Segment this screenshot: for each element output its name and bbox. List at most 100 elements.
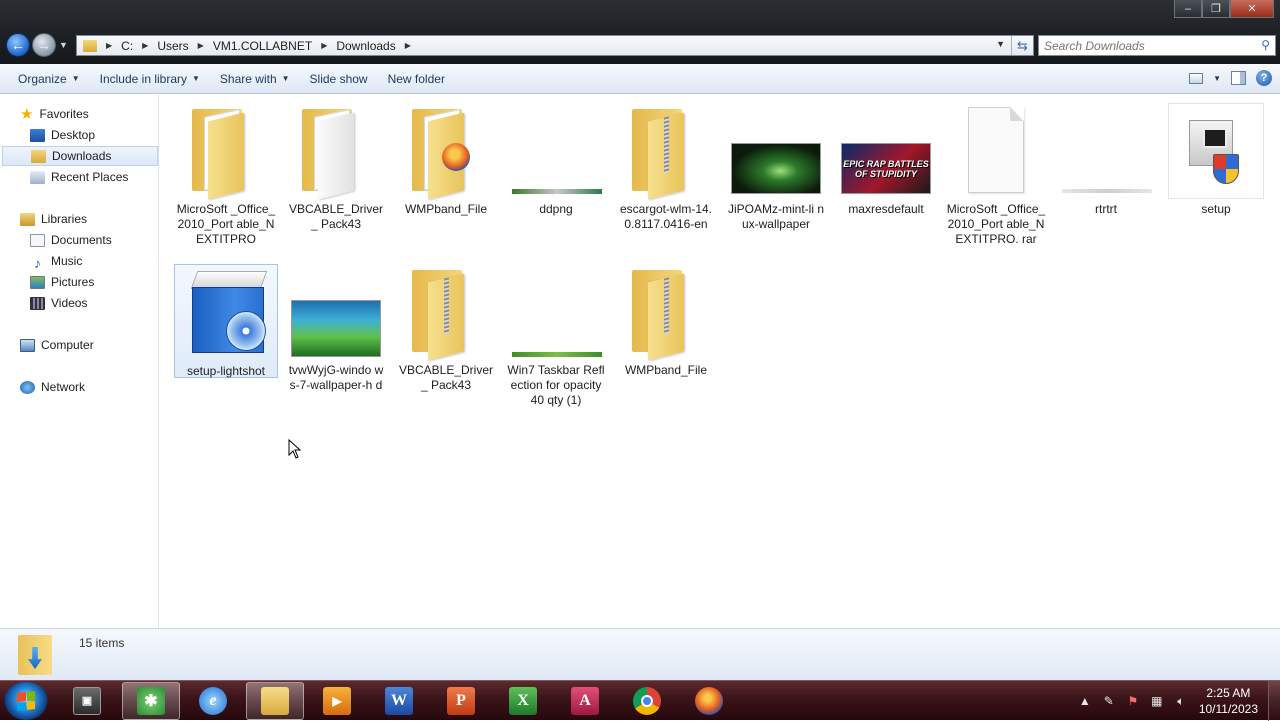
taskbar-desktop-tool[interactable]: ✱ <box>122 682 180 720</box>
nav-favorites[interactable]: ★ Favorites <box>20 104 89 124</box>
navigation-pane: ★ Favorites Desktop Downloads Recent Pla… <box>0 95 159 628</box>
taskbar-media-player[interactable]: ▶ <box>308 682 366 720</box>
file-item[interactable]: ddpng <box>504 103 608 217</box>
file-item[interactable]: tvwWyjG-windo ws-7-wallpaper-h d <box>284 264 388 393</box>
nav-recent-places[interactable]: Recent Places <box>30 167 128 187</box>
search-input[interactable] <box>1044 38 1254 53</box>
chrome-icon <box>633 687 661 715</box>
taskbar-internet-explorer[interactable]: e <box>184 682 242 720</box>
file-item[interactable]: JiPOAMz-mint-li nux-wallpaper <box>724 103 828 232</box>
clock[interactable]: 2:25 AM 10/11/2023 <box>1199 685 1258 717</box>
show-desktop-button[interactable] <box>1268 681 1280 721</box>
network-status-icon[interactable]: ▦ <box>1149 694 1165 708</box>
change-view-icon[interactable] <box>1189 72 1204 84</box>
file-item[interactable]: setup <box>1164 103 1268 217</box>
refresh-button[interactable]: ⇆ <box>1011 36 1033 55</box>
pen-icon[interactable]: ✎ <box>1101 694 1117 708</box>
clock-date: 10/11/2023 <box>1198 702 1258 716</box>
file-item[interactable]: VBCABLE_Driver_ Pack43 <box>284 103 388 232</box>
organize-menu[interactable]: Organize ▼ <box>8 72 90 86</box>
file-item[interactable]: MicroSoft _Office_2010_Port able_NEXTITP… <box>174 103 278 247</box>
taskbar-windows-explorer[interactable] <box>246 682 304 720</box>
file-item-selected[interactable]: setup-lightshot <box>174 264 278 378</box>
taskbar-access[interactable]: A <box>556 682 614 720</box>
nav-downloads[interactable]: Downloads <box>2 146 158 166</box>
star-icon: ★ <box>20 106 34 123</box>
chevron-right-icon[interactable]: ▶ <box>318 41 330 50</box>
maximize-button[interactable]: ❐ <box>1202 0 1230 18</box>
nav-computer[interactable]: Computer <box>20 335 94 355</box>
file-item[interactable]: rtrtrt <box>1054 103 1158 217</box>
help-button[interactable]: ? <box>1256 70 1272 86</box>
file-name: tvwWyjG-windo ws-7-wallpaper-h d <box>288 363 384 392</box>
new-folder-button[interactable]: New folder <box>378 72 455 86</box>
close-button[interactable]: ✕ <box>1230 0 1274 18</box>
start-button[interactable] <box>4 682 48 720</box>
action-center-flag-icon[interactable]: ⚑ <box>1125 694 1141 708</box>
network-tool-icon: ✱ <box>137 687 165 715</box>
taskbar-firefox[interactable] <box>680 682 738 720</box>
image-thumbnail: EPIC RAP BATTLES OF STUPIDITY <box>838 103 934 199</box>
breadcrumb-downloads[interactable]: Downloads <box>330 39 401 53</box>
minimize-button[interactable]: – <box>1174 0 1202 18</box>
file-name: MicroSoft _Office_2010_Port able_NEXTITP… <box>946 202 1046 246</box>
breadcrumb-c-drive[interactable]: C: <box>115 39 139 53</box>
taskbar-excel[interactable]: X <box>494 682 552 720</box>
file-item[interactable]: VBCABLE_Driver_ Pack43 <box>394 264 498 393</box>
caret-down-icon: ▼ <box>192 74 200 83</box>
taskbar-powerpoint[interactable]: P <box>432 682 490 720</box>
mouse-cursor-icon <box>288 439 302 459</box>
recent-places-icon <box>30 170 45 184</box>
search-box[interactable]: ⚲ <box>1038 35 1276 56</box>
file-name: ddpng <box>539 202 573 216</box>
file-item[interactable]: escargot-wlm-14. 0.8117.0416-en <box>614 103 718 232</box>
address-history-dropdown-icon[interactable]: ▼ <box>996 39 1005 49</box>
file-item[interactable]: EPIC RAP BATTLES OF STUPIDITY maxresdefa… <box>834 103 938 217</box>
taskbar-chrome[interactable] <box>618 682 676 720</box>
nav-documents[interactable]: Documents <box>30 230 112 250</box>
chevron-right-icon[interactable]: ▶ <box>139 41 151 50</box>
nav-desktop[interactable]: Desktop <box>30 125 95 145</box>
back-arrow-icon: ← <box>11 37 25 53</box>
taskbar-word[interactable]: W <box>370 682 428 720</box>
forward-button[interactable]: → <box>32 33 56 57</box>
nav-pictures[interactable]: Pictures <box>30 272 94 292</box>
share-with-menu[interactable]: Share with ▼ <box>210 72 300 86</box>
address-bar[interactable]: ▶ C: ▶ Users ▶ VM1.COLLABNET ▶ Downloads… <box>76 35 1034 56</box>
file-name: setup-lightshot <box>186 364 266 378</box>
show-hidden-icons-icon[interactable]: ▲ <box>1077 694 1093 708</box>
file-item[interactable]: WMPband_File <box>394 103 498 217</box>
preview-pane-icon[interactable] <box>1231 71 1246 85</box>
chevron-right-icon[interactable]: ▶ <box>195 41 207 50</box>
file-item[interactable]: MicroSoft _Office_2010_Port able_NEXTITP… <box>944 103 1048 247</box>
nav-videos[interactable]: Videos <box>30 293 87 313</box>
search-icon[interactable]: ⚲ <box>1261 38 1270 52</box>
window-controls: – ❐ ✕ <box>1174 0 1274 18</box>
details-pane: 15 items <box>0 628 1280 680</box>
chevron-right-icon[interactable]: ▶ <box>103 41 115 50</box>
recent-pages-dropdown-icon[interactable]: ▼ <box>59 40 68 50</box>
file-item[interactable]: Win7 Taskbar Reflection for opacity 40 q… <box>504 264 608 408</box>
breadcrumb-users[interactable]: Users <box>151 39 194 53</box>
volume-icon[interactable]: 🔈︎ <box>1173 694 1189 708</box>
firefox-icon <box>442 143 470 171</box>
breadcrumb-user-folder[interactable]: VM1.COLLABNET <box>207 39 318 53</box>
nav-libraries[interactable]: Libraries <box>20 209 87 229</box>
taskbar-app-switcher[interactable]: ▣ <box>58 682 116 720</box>
nav-music[interactable]: ♪ Music <box>30 251 82 271</box>
chevron-right-icon[interactable]: ▶ <box>402 41 414 50</box>
view-options-dropdown-icon[interactable]: ▼ <box>1213 74 1221 83</box>
command-bar: Organize ▼ Include in library ▼ Share with… <box>0 64 1280 94</box>
nav-documents-label: Documents <box>51 233 112 247</box>
nav-videos-label: Videos <box>51 296 88 310</box>
slide-show-button[interactable]: Slide show <box>300 72 378 86</box>
file-item[interactable]: WMPband_File <box>614 264 718 378</box>
file-name: escargot-wlm-14. 0.8117.0416-en <box>619 202 713 231</box>
include-in-library-menu[interactable]: Include in library ▼ <box>90 72 210 86</box>
back-button[interactable]: ← <box>6 33 30 57</box>
powerpoint-icon: P <box>447 687 475 715</box>
file-name: Win7 Taskbar Reflection for opacity 40 q… <box>507 363 605 407</box>
nav-network[interactable]: Network <box>20 377 85 397</box>
network-icon <box>20 380 35 394</box>
file-name: WMPband_File <box>404 202 488 216</box>
